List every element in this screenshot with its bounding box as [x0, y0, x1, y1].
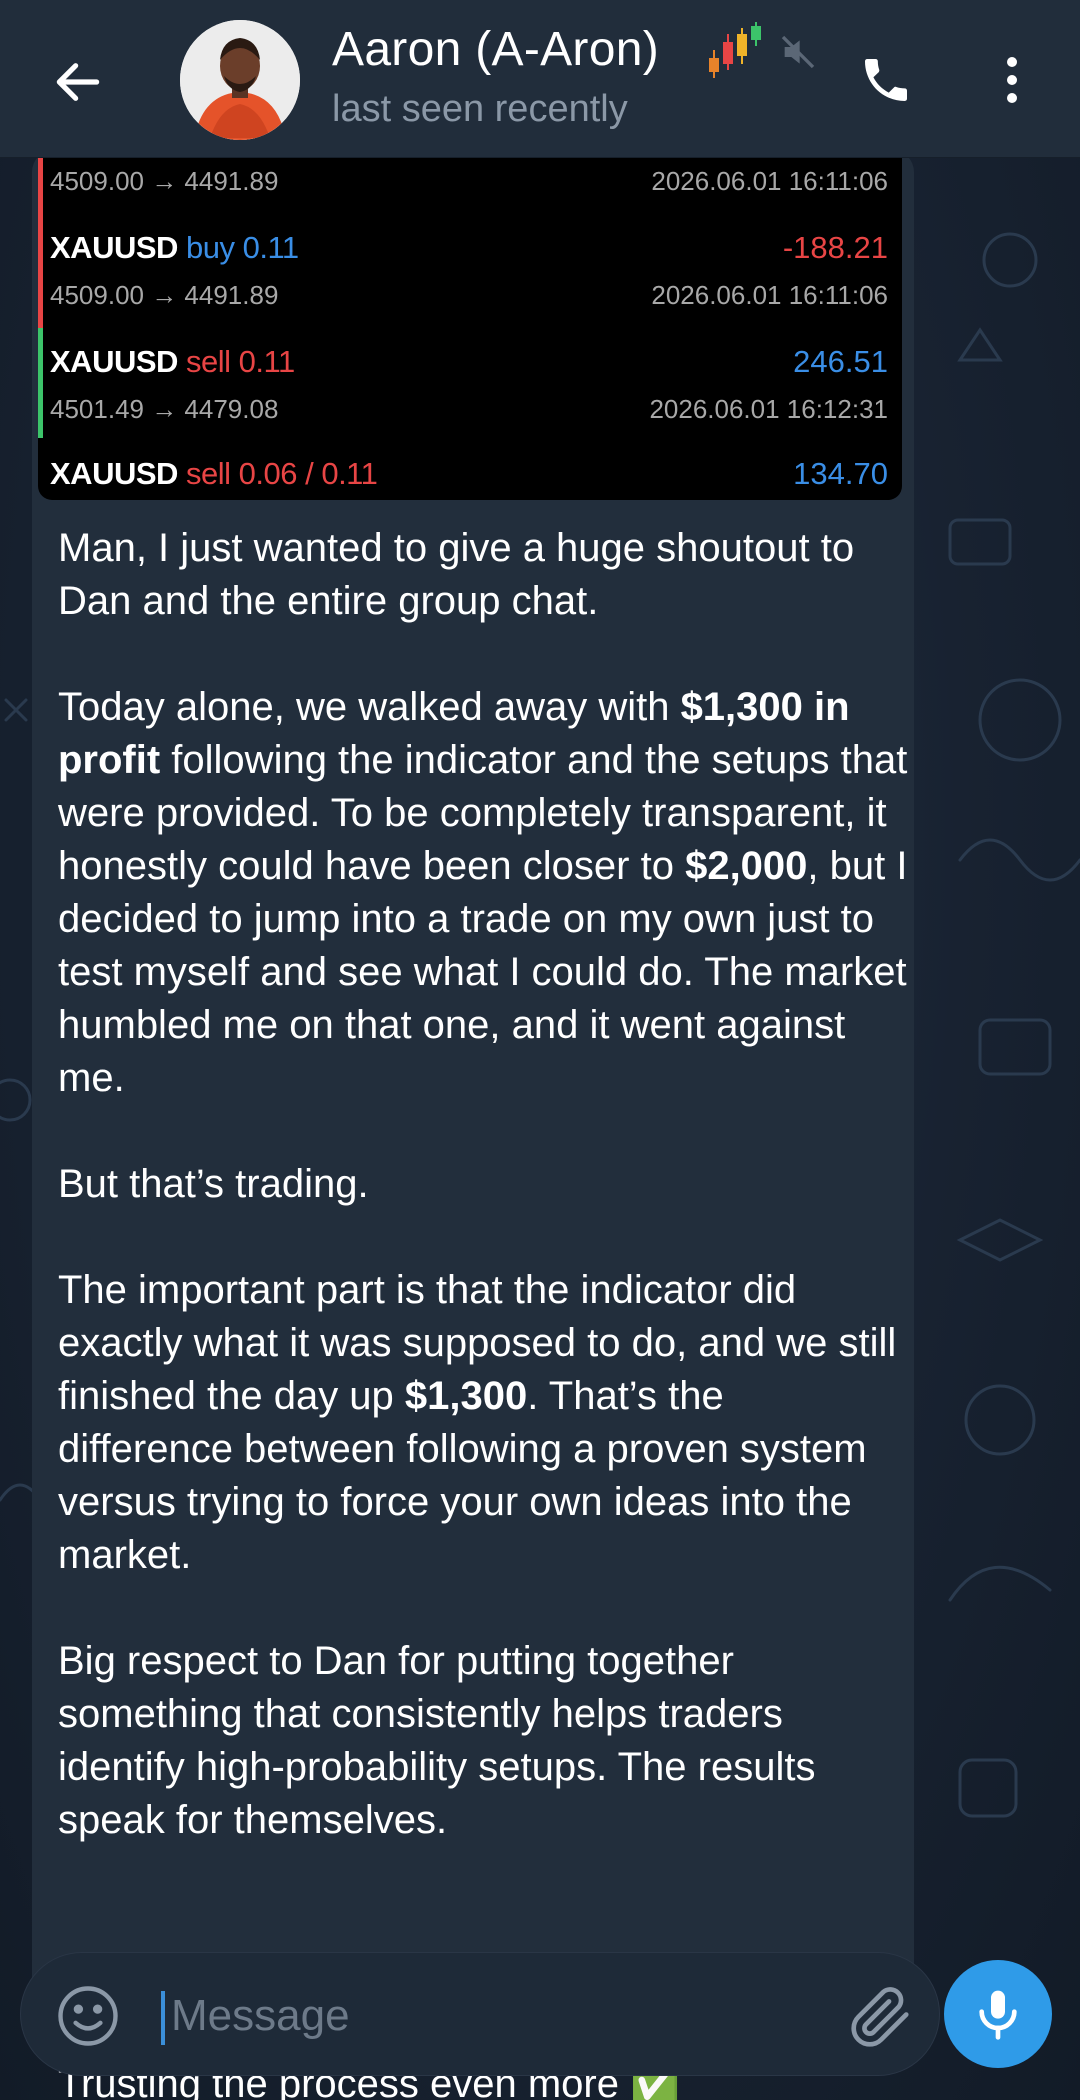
trade-symbol: XAUUSD buy 0.11 — [50, 230, 299, 265]
phone-icon — [865, 59, 907, 101]
trade-time: 2026.06.01 16:12:31 — [649, 394, 888, 424]
arrow-left-icon — [56, 63, 100, 101]
message-paragraph: But that’s trading. — [58, 1162, 369, 1206]
message-bubble[interactable]: 4509.00 → 4491.89 2026.06.01 16:11:06 XA… — [32, 150, 914, 2020]
trade-price: 4509.00 → 4491.89 — [50, 166, 279, 196]
trade-side-bar — [38, 150, 43, 244]
emoji-button[interactable] — [55, 1983, 121, 2049]
message-paragraph: Man, I just wanted to give a huge shouto… — [58, 526, 855, 623]
chat-header: Aaron (A-Aron) last seen recently — [0, 0, 1080, 158]
more-vertical-icon — [1007, 57, 1017, 103]
trade-time: 2026.06.01 16:11:06 — [651, 166, 888, 196]
last-seen-status: last seen recently — [332, 88, 628, 130]
back-button[interactable] — [40, 44, 116, 120]
text-caret — [161, 1991, 165, 2045]
contact-photo-icon — [180, 20, 300, 140]
paperclip-icon — [851, 1987, 909, 2047]
trade-time: 2026.06.01 16:11:06 — [651, 280, 888, 310]
message-text: Man, I just wanted to give a huge shouto… — [58, 522, 908, 1847]
trade-profit: 246.51 — [793, 344, 888, 379]
muted-speaker-icon — [781, 35, 815, 69]
trade-profit: 134.70 — [793, 456, 888, 491]
bold-profit-amount: $1,300 — [404, 1374, 528, 1418]
trade-side: buy 0.11 — [186, 230, 299, 265]
bold-potential-amount: $2,000 — [685, 844, 808, 888]
candlestick-chart-icon — [709, 22, 761, 78]
microphone-icon — [979, 1990, 1017, 2040]
attach-button[interactable] — [845, 1981, 915, 2051]
message-text-segment: Today alone, we walked away with — [58, 685, 681, 729]
avatar[interactable] — [180, 20, 300, 140]
more-options-button[interactable] — [990, 40, 1034, 120]
message-input[interactable] — [171, 1983, 671, 2049]
message-composer — [20, 1952, 940, 2076]
trade-profit: -188.21 — [782, 230, 888, 265]
trade-price: 4501.49 → 4479.08 — [50, 394, 279, 424]
trade-symbol: XAUUSD sell 0.11 — [50, 344, 295, 379]
message-paragraph: Big respect to Dan for putting together … — [58, 1639, 816, 1842]
trade-side-bar — [38, 328, 43, 438]
call-button[interactable] — [846, 40, 926, 120]
trade-side: sell 0.06 / 0.11 — [186, 456, 378, 491]
trade-side: sell 0.11 — [186, 344, 295, 379]
voice-record-button[interactable] — [944, 1960, 1052, 2068]
trade-price: 4509.00 → 4491.89 — [50, 280, 279, 310]
emoji-smile-icon — [58, 1986, 118, 2046]
trade-history-screenshot[interactable]: 4509.00 → 4491.89 2026.06.01 16:11:06 XA… — [38, 150, 902, 500]
contact-name[interactable]: Aaron (A-Aron) — [332, 22, 659, 77]
trade-symbol: XAUUSD sell 0.06 / 0.11 — [50, 456, 378, 491]
